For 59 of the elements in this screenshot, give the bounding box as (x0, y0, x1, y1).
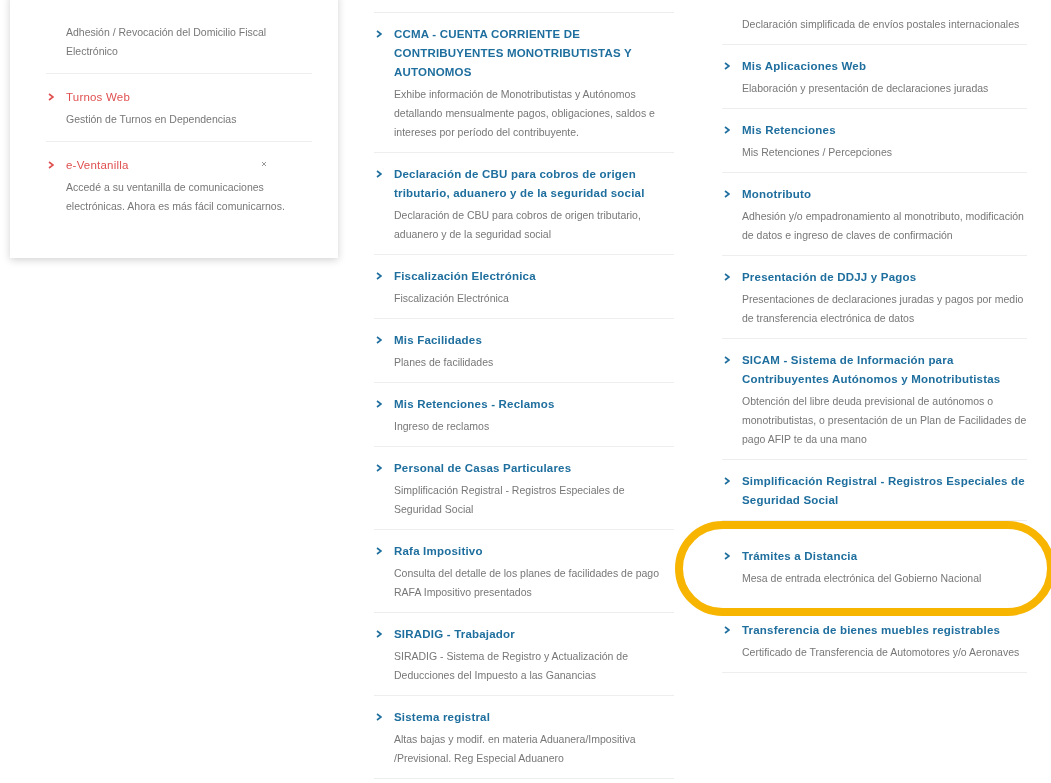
caret-icon (376, 630, 382, 638)
service-link[interactable]: Trámites a Distancia (742, 547, 858, 566)
service-link[interactable]: Turnos Web (66, 88, 130, 107)
caret-icon (376, 400, 382, 408)
service-link[interactable]: Mis Retenciones (742, 121, 836, 140)
service-link[interactable]: Sistema registral (394, 708, 491, 727)
service-link[interactable]: Mis Facilidades (394, 331, 482, 350)
service-link[interactable]: Rafa Impositivo (394, 542, 483, 561)
caret-icon (48, 93, 54, 101)
service-description: Gestión de Turnos en Dependencias (66, 112, 238, 127)
service-description: Exhibe información de Monotributistas y Autónomos detallando mensualmente pagos, obligaciones, saldos e intereses por período del contribuyente. (394, 87, 656, 140)
caret-icon (724, 190, 730, 198)
service-description: Mesa de entrada electrónica del Gobierno Nacional (742, 571, 983, 586)
service-description: Planes de facilidades (394, 355, 495, 370)
service-description: Accedé a su ventanilla de comunicaciones electrónicas. Ahora es más fácil comunicarnos. (66, 180, 286, 214)
close-icon[interactable] (261, 161, 267, 167)
service-description: Ingreso de reclamos (394, 419, 491, 434)
caret-icon (724, 477, 730, 485)
service-description: Presentaciones de declaraciones juradas y pagos por medio de transferencia electrónica de datos (742, 292, 1025, 326)
service-description: Declaración de CBU para cobros de origen tributario, aduanero y de la seguridad social (394, 208, 642, 242)
service-link[interactable]: SICAM - Sistema de Información para Contribuyentes Autónomos y Monotributistas (742, 351, 1027, 389)
caret-icon (724, 126, 730, 134)
service-link[interactable]: Monotributo (742, 185, 812, 204)
service-description: Obtención del libre deuda previsional de autónomos o monotributistas, o presentación de un Plan de Facilidades de pago AFIP te da una mano (742, 394, 1027, 447)
service-description: Elaboración y presentación de declaraciones juradas (742, 81, 990, 96)
caret-icon (376, 272, 382, 280)
caret-icon (724, 356, 730, 364)
caret-icon (376, 713, 382, 721)
service-link[interactable]: CCMA - CUENTA CORRIENTE DE CONTRIBUYENTES MONOTRIBUTISTAS Y AUTONOMOS (394, 25, 674, 82)
caret-icon (376, 336, 382, 344)
service-link[interactable]: Fiscalización Electrónica (394, 267, 536, 286)
service-description: Altas bajas y modif. en materia Aduanera/Impositiva /Previsional. Reg Especial Aduanero (394, 732, 637, 766)
caret-icon (376, 30, 382, 38)
service-link[interactable]: Mis Retenciones - Reclamos (394, 395, 555, 414)
service-description: SIRADIG - Sistema de Registro y Actualización de Deducciones del Impuesto a las Ganancias (394, 649, 629, 683)
service-description: Simplificación Registral - Registros Especiales de Seguridad Social (394, 483, 626, 517)
service-description: Certificado de Transferencia de Automotores y/o Aeronaves (742, 645, 1021, 660)
caret-icon (376, 547, 382, 555)
service-description: Adhesión y/o empadronamiento al monotributo, modificación de datos e ingreso de claves de confirmación (742, 209, 1025, 243)
service-link[interactable]: Transferencia de bienes muebles registrables (742, 621, 1001, 640)
caret-icon (724, 626, 730, 634)
service-description: Fiscalización Electrónica (394, 291, 510, 306)
caret-icon (724, 62, 730, 70)
service-link[interactable]: SIRADIG - Trabajador (394, 625, 515, 644)
service-description: Mis Retenciones / Percepciones (742, 145, 893, 160)
caret-icon (376, 464, 382, 472)
service-description: Consulta del detalle de los planes de facilidades de pago RAFA Impositivo presentados (394, 566, 661, 600)
service-description: Adhesión / Revocación del Domicilio Fiscal Electrónico (66, 25, 268, 59)
service-link[interactable]: Presentación de DDJJ y Pagos (742, 268, 917, 287)
service-link[interactable]: Declaración de CBU para cobros de origen tributario, aduanero y de la seguridad social (394, 165, 674, 203)
service-link[interactable]: Simplificación Registral - Registros Especiales de Seguridad Social (742, 472, 1027, 510)
service-description: Declaración simplificada de envíos postales internacionales (742, 17, 1021, 32)
service-link[interactable]: Mis Aplicaciones Web (742, 57, 867, 76)
caret-icon (376, 170, 382, 178)
caret-icon (724, 273, 730, 281)
caret-icon (724, 552, 730, 560)
service-link[interactable]: e-Ventanilla (66, 156, 129, 175)
caret-icon (48, 161, 54, 169)
service-link[interactable]: Personal de Casas Particulares (394, 459, 572, 478)
